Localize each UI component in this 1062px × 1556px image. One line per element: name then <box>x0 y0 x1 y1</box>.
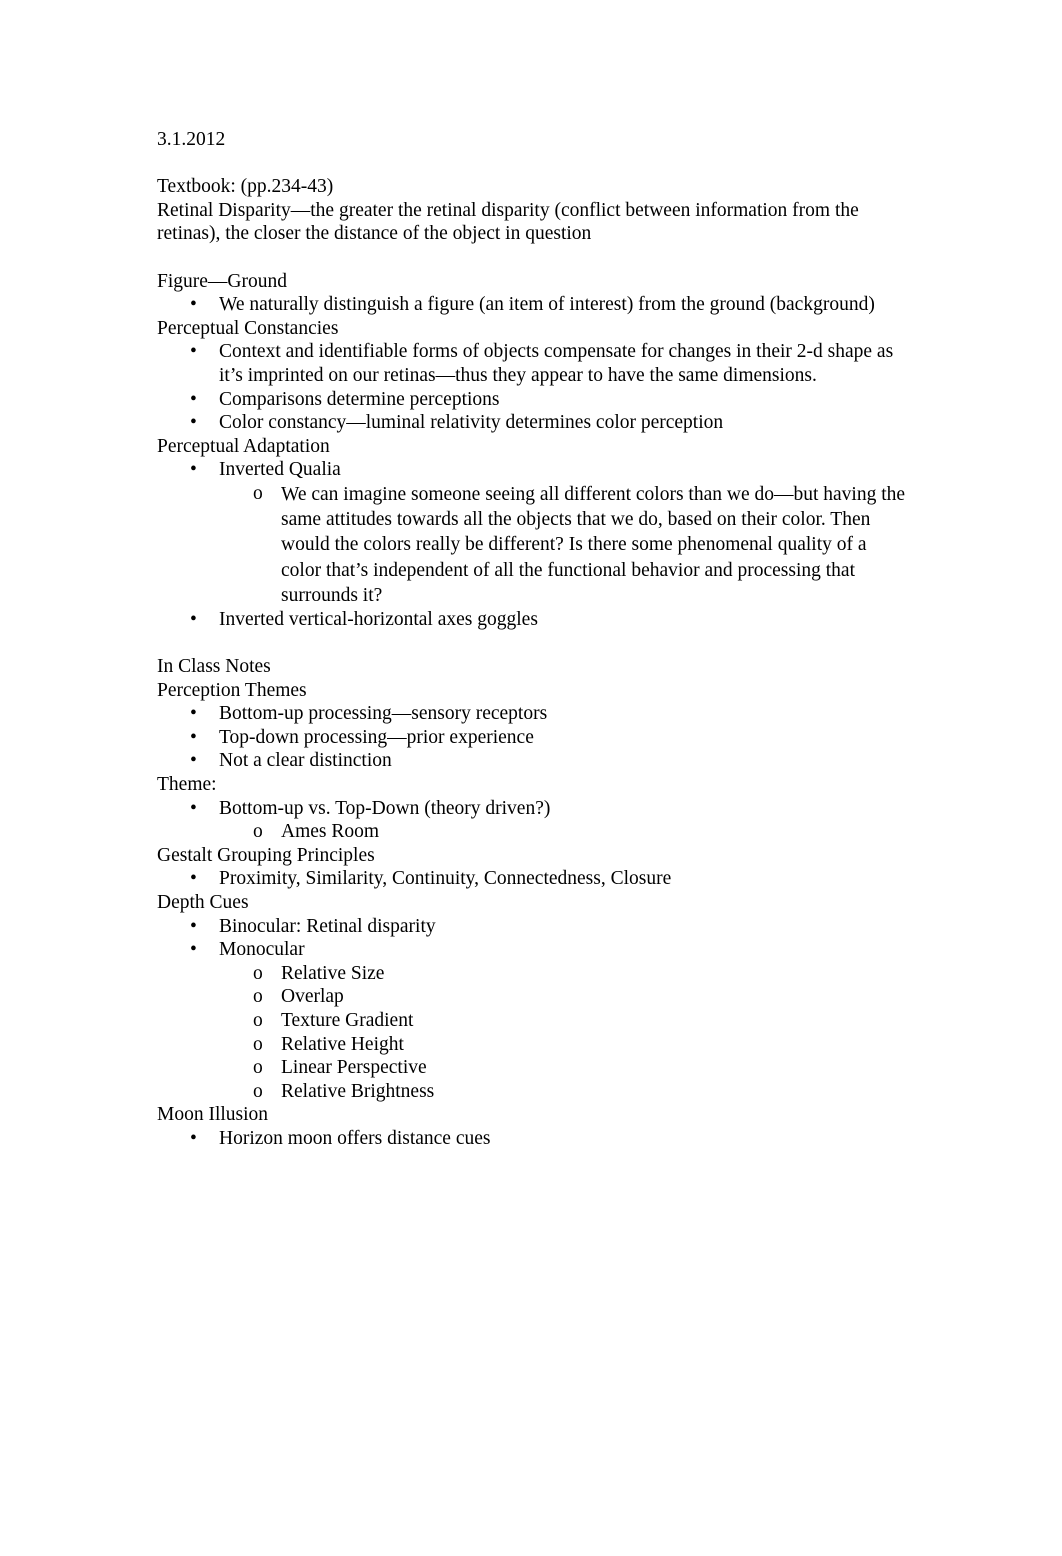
sub-list-item: o Relative Brightness <box>157 1080 907 1104</box>
list-item-text: Inverted vertical-horizontal axes goggle… <box>219 608 538 630</box>
sub-list-item-text: Ames Room <box>281 821 380 843</box>
bullet-disc-icon: • <box>190 939 197 961</box>
bullet-disc-icon: • <box>190 726 197 748</box>
heading-perceptual-adaptation: Perceptual Adaptation <box>157 435 330 457</box>
list-item-text: Bottom-up vs. Top-Down (theory driven?) <box>219 797 551 819</box>
paragraph-retinal-disparity: Retinal Disparity—the greater the retina… <box>157 199 859 245</box>
list-item: • Not a clear distinction <box>157 749 907 773</box>
bullet-disc-icon: • <box>190 868 197 890</box>
bullet-disc-icon: • <box>190 388 197 410</box>
sub-list-item: o Linear Perspective <box>157 1056 907 1080</box>
list-item-text: Context and identifiable forms of object… <box>219 341 894 386</box>
bullet-circle-icon: o <box>253 821 263 843</box>
sub-list-item-text: Overlap <box>281 986 344 1008</box>
heading-textbook: Textbook: (pp.234-43) <box>157 176 334 198</box>
sub-list-item: o Relative Size <box>157 962 907 986</box>
document-date: 3.1.2012 <box>157 129 226 150</box>
list-item-text: Not a clear distinction <box>219 750 392 772</box>
list-item-text: Inverted Qualia <box>219 459 341 481</box>
list-item: • Monocular <box>157 938 907 962</box>
sub-list-item: o Overlap <box>157 985 907 1009</box>
list-item-text: Color constancy—luminal relativity deter… <box>219 412 724 434</box>
list-item: • Top-down processing—prior experience <box>157 726 907 750</box>
bullet-circle-icon: o <box>253 962 263 984</box>
heading-in-class-notes: In Class Notes <box>157 656 271 678</box>
bullet-disc-icon: • <box>190 703 197 725</box>
bullet-disc-icon: • <box>190 294 197 316</box>
list-item-text: Horizon moon offers distance cues <box>219 1127 491 1149</box>
list-item: • Inverted Qualia <box>157 458 907 482</box>
sub-list-item-text: Texture Gradient <box>281 1010 414 1032</box>
bullet-disc-icon: • <box>190 797 197 819</box>
bullet-circle-icon: o <box>253 1033 263 1055</box>
sub-list-item-text: We can imagine someone seeing all differ… <box>281 483 906 606</box>
document-body: 3.1.2012 Textbook: (pp.234-43) Retinal D… <box>157 128 907 1151</box>
list-item-text: We naturally distinguish a figure (an it… <box>219 294 875 316</box>
sub-list-item: o We can imagine someone seeing all diff… <box>157 482 907 608</box>
bullet-disc-icon: • <box>190 915 197 937</box>
sub-list-item: o Ames Room <box>157 820 907 844</box>
list-item: • Inverted vertical-horizontal axes gogg… <box>157 608 907 632</box>
heading-perception-themes: Perception Themes <box>157 679 307 701</box>
bullet-circle-icon: o <box>253 1080 263 1102</box>
sub-list-item: o Texture Gradient <box>157 1009 907 1033</box>
sub-list-item-text: Linear Perspective <box>281 1057 427 1079</box>
heading-gestalt: Gestalt Grouping Principles <box>157 844 375 866</box>
list-item: • We naturally distinguish a figure (an … <box>157 293 907 317</box>
sub-list-item-text: Relative Height <box>281 1033 404 1055</box>
bullet-circle-icon: o <box>253 1010 263 1032</box>
list-item: • Comparisons determine perceptions <box>157 388 907 412</box>
list-item: • Binocular: Retinal disparity <box>157 915 907 939</box>
bullet-disc-icon: • <box>190 412 197 434</box>
document-page: 3.1.2012 Textbook: (pp.234-43) Retinal D… <box>0 0 1062 1556</box>
bullet-disc-icon: • <box>190 341 197 363</box>
sub-list-item-text: Relative Size <box>281 962 385 984</box>
bullet-disc-icon: • <box>190 750 197 772</box>
list-item: • Proximity, Similarity, Continuity, Con… <box>157 867 907 891</box>
bullet-circle-icon: o <box>253 482 263 504</box>
bullet-disc-icon: • <box>190 1127 197 1149</box>
sub-list-item: o Relative Height <box>157 1033 907 1057</box>
heading-theme: Theme: <box>157 774 217 796</box>
list-item: • Color constancy—luminal relativity det… <box>157 411 907 435</box>
sub-list-item-text: Relative Brightness <box>281 1080 435 1102</box>
list-item-text: Bottom-up processing—sensory receptors <box>219 703 548 725</box>
heading-depth-cues: Depth Cues <box>157 892 249 914</box>
list-item-text: Binocular: Retinal disparity <box>219 915 436 937</box>
heading-moon-illusion: Moon Illusion <box>157 1104 269 1126</box>
list-item-text: Top-down processing—prior experience <box>219 726 534 748</box>
heading-figure-ground: Figure—Ground <box>157 270 287 292</box>
list-item: • Bottom-up processing—sensory receptors <box>157 702 907 726</box>
heading-perceptual-constancies: Perceptual Constancies <box>157 317 339 339</box>
list-item: • Bottom-up vs. Top-Down (theory driven?… <box>157 797 907 821</box>
bullet-disc-icon: • <box>190 459 197 481</box>
list-item: • Horizon moon offers distance cues <box>157 1127 907 1151</box>
list-item: • Context and identifiable forms of obje… <box>157 340 907 387</box>
bullet-circle-icon: o <box>253 1057 263 1079</box>
list-item-text: Proximity, Similarity, Continuity, Conne… <box>219 868 672 890</box>
bullet-circle-icon: o <box>253 986 263 1008</box>
bullet-disc-icon: • <box>190 608 197 630</box>
list-item-text: Comparisons determine perceptions <box>219 388 500 410</box>
list-item-text: Monocular <box>219 939 305 961</box>
